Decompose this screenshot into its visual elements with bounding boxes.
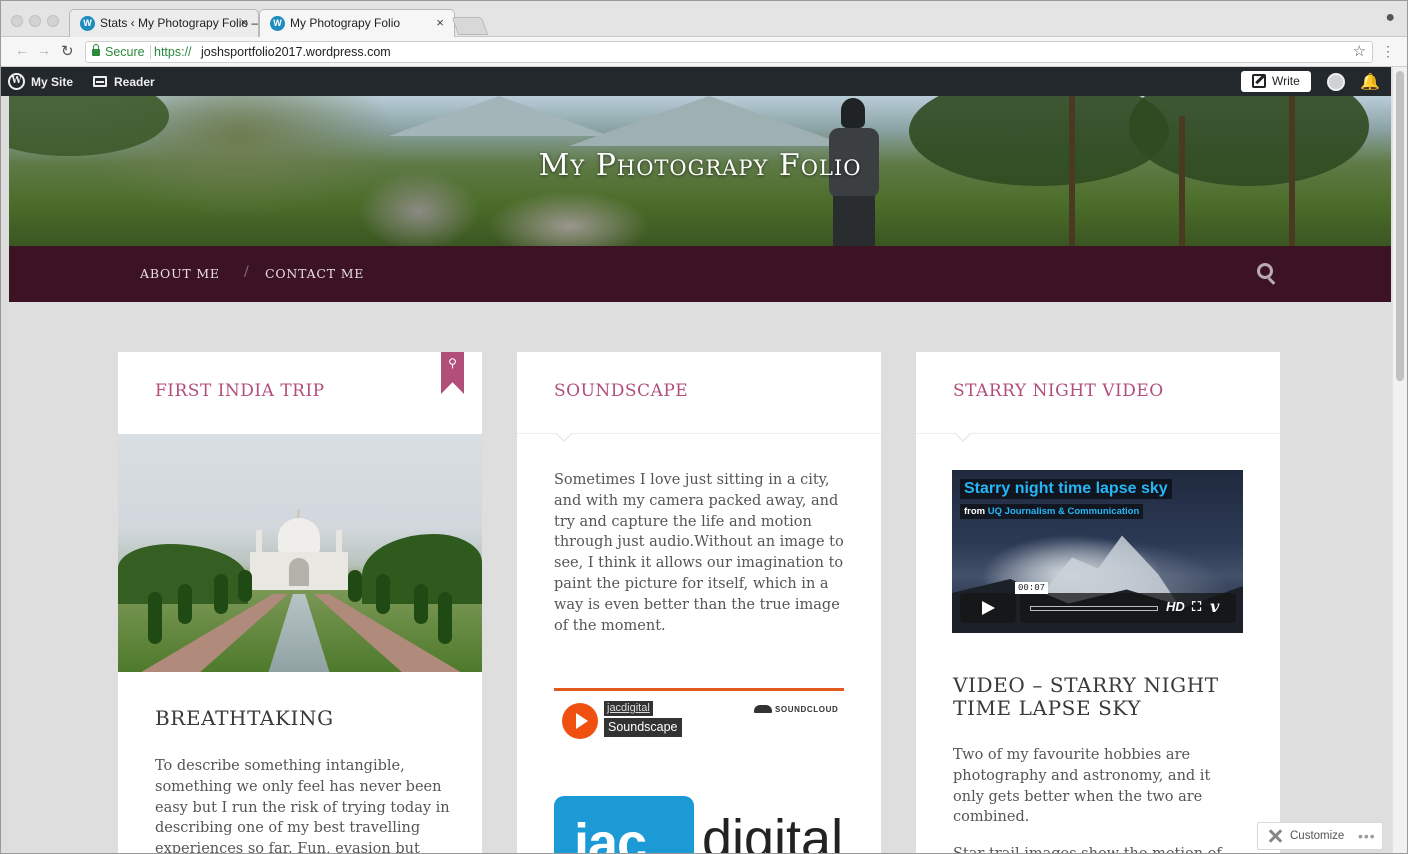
vimeo-logo-icon[interactable]: v <box>1210 597 1219 616</box>
video-play-button[interactable] <box>960 593 1016 623</box>
write-button[interactable]: Write <box>1241 71 1311 92</box>
video-source-link[interactable]: UQ Journalism & Communication <box>988 506 1140 517</box>
lock-icon <box>92 44 100 56</box>
tab-label: My Photograpy Folio <box>290 16 401 30</box>
wordpress-favicon-icon: W <box>80 16 95 31</box>
jac-digital-logo: jac digital <box>554 796 854 854</box>
scrollbar-thumb[interactable] <box>1396 71 1404 381</box>
tab-stats[interactable]: W Stats ‹ My Photograpy Folio — × <box>69 9 259 37</box>
site-title[interactable]: My Photograpy Folio <box>9 148 1391 183</box>
post-excerpt-continued: Star trail images show the motion of <box>953 846 1222 854</box>
new-tab-button[interactable] <box>451 17 489 35</box>
post-card: STARRY NIGHT VIDEO Starry night time lap… <box>916 352 1280 854</box>
reload-icon[interactable]: ↻ <box>61 42 74 60</box>
post-heading: BREATHTAKING <box>155 706 334 730</box>
minimize-window-button[interactable] <box>29 15 41 27</box>
notifications-bell-icon[interactable]: 🔔 <box>1360 72 1380 92</box>
url-host: joshsportfolio2017.wordpress.com <box>201 45 391 59</box>
maximize-window-button[interactable] <box>47 15 59 27</box>
sticky-pin-icon: ⚲ <box>441 352 464 394</box>
avatar[interactable] <box>1327 73 1345 91</box>
search-icon[interactable] <box>1257 263 1277 285</box>
tab-strip: W Stats ‹ My Photograpy Folio — × W My P… <box>1 1 1407 37</box>
site-navigation: ABOUT ME / CONTACT ME <box>9 246 1391 302</box>
forward-arrow-icon[interactable]: → <box>37 42 51 58</box>
soundcloud-track-link[interactable]: Soundscape <box>604 718 682 737</box>
post-title-link[interactable]: SOUNDSCAPE <box>554 381 688 401</box>
featured-image[interactable] <box>118 434 482 672</box>
tab-close-icon[interactable]: × <box>436 15 444 30</box>
soundcloud-logo[interactable]: SOUNDCLOUD <box>754 705 838 714</box>
reader-link[interactable]: Reader <box>114 75 155 89</box>
play-button[interactable] <box>562 703 598 739</box>
soundcloud-player: jacdigital Soundscape SOUNDCLOUD <box>554 688 844 752</box>
post-excerpt: To describe something intangible, someth… <box>155 758 450 854</box>
wp-admin-bar: W My Site Reader Write 🔔 <box>1 67 1391 96</box>
hd-toggle[interactable]: HD <box>1166 599 1185 614</box>
customize-label: Customize <box>1290 830 1345 842</box>
card-notch <box>555 432 573 442</box>
wordpress-favicon-icon: W <box>270 16 285 31</box>
soundcloud-cloud-icon <box>754 705 772 713</box>
post-card: SOUNDSCAPE Sometimes I love just sitting… <box>517 352 881 854</box>
nav-item-about-me[interactable]: ABOUT ME <box>140 266 220 281</box>
post-title-link[interactable]: FIRST INDIA TRIP <box>155 381 325 401</box>
kebab-menu-icon[interactable]: ⋮ <box>1381 43 1395 60</box>
tab-close-icon[interactable]: × <box>240 15 248 30</box>
page-scrollbar[interactable] <box>1392 67 1407 853</box>
more-options-icon[interactable]: ••• <box>1358 823 1376 849</box>
vimeo-video-embed[interactable]: Starry night time lapse sky from UQ Jour… <box>952 470 1243 633</box>
write-icon <box>1252 74 1266 88</box>
back-arrow-icon[interactable]: ← <box>15 42 29 58</box>
tree-canopy <box>9 96 169 156</box>
customize-button[interactable]: Customize ••• <box>1257 822 1383 850</box>
wrench-icon <box>1268 829 1282 843</box>
header-image: My Photograpy Folio <box>9 96 1391 246</box>
logo-text-jac: jac <box>574 813 647 854</box>
star-icon[interactable]: ☆ <box>1353 42 1366 62</box>
reader-icon[interactable] <box>93 76 107 87</box>
nav-separator: / <box>244 264 249 280</box>
video-timestamp: 00:07 <box>1015 582 1049 594</box>
logo-text-digital: digital <box>702 809 844 854</box>
close-window-button[interactable] <box>11 15 23 27</box>
omnibox-divider <box>150 45 151 59</box>
secure-label: Secure <box>105 45 145 59</box>
card-notch <box>954 432 972 442</box>
nav-item-contact-me[interactable]: CONTACT ME <box>265 266 364 281</box>
fullscreen-icon[interactable]: ⛶ <box>1192 599 1201 615</box>
post-card: FIRST INDIA TRIP ⚲ BREATHTAKING To descr… <box>118 352 482 854</box>
address-bar: ← → ↻ Secure https:// joshsportfolio2017… <box>1 37 1407 67</box>
video-byline: from UQ Journalism & Communication <box>960 504 1144 519</box>
post-title-link[interactable]: STARRY NIGHT VIDEO <box>953 381 1164 401</box>
post-excerpt: Two of my favourite hobbies are photogra… <box>953 747 1211 826</box>
video-controls: HD ⛶ v <box>1020 593 1236 623</box>
mountain-shape <box>569 96 849 146</box>
my-site-link[interactable]: My Site <box>31 75 73 89</box>
video-progress-bar[interactable] <box>1030 606 1158 611</box>
browser-window: W Stats ‹ My Photograpy Folio — × W My P… <box>0 0 1408 854</box>
wordpress-logo-icon[interactable]: W <box>8 73 25 90</box>
url-input[interactable]: Secure https:// joshsportfolio2017.wordp… <box>85 41 1373 63</box>
tab-label: Stats ‹ My Photograpy Folio — <box>100 16 259 30</box>
soundcloud-user-link[interactable]: jacdigital <box>604 701 653 716</box>
tab-photography-folio[interactable]: W My Photograpy Folio × <box>259 9 455 37</box>
url-scheme: https:// <box>154 45 192 59</box>
write-label: Write <box>1272 74 1300 88</box>
profile-icon[interactable]: ● <box>1385 9 1395 27</box>
post-excerpt: Sometimes I love just sitting in a city,… <box>554 472 844 634</box>
post-heading: VIDEO – STARRY NIGHT TIME LAPSE SKY <box>953 673 1219 720</box>
video-title-link[interactable]: Starry night time lapse sky <box>960 479 1172 499</box>
post-grid: FIRST INDIA TRIP ⚲ BREATHTAKING To descr… <box>9 302 1391 854</box>
